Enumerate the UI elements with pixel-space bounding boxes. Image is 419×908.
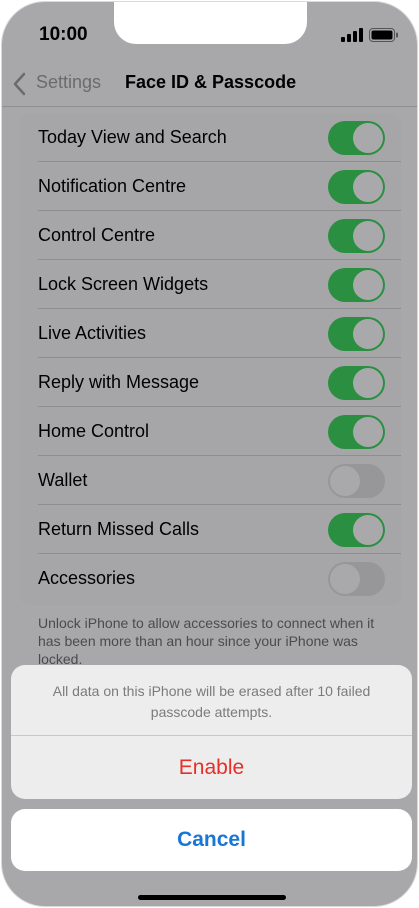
toggle-switch[interactable] bbox=[328, 268, 385, 302]
navigation-bar: Settings Face ID & Passcode bbox=[2, 62, 417, 106]
settings-row: Home Control bbox=[20, 407, 401, 456]
settings-row: Accessories bbox=[20, 554, 401, 603]
settings-group: Today View and Search Notification Centre… bbox=[20, 113, 401, 605]
notch bbox=[114, 2, 307, 44]
settings-row-label: Return Missed Calls bbox=[38, 519, 200, 539]
toggle-switch[interactable] bbox=[328, 317, 385, 351]
settings-row: Lock Screen Widgets bbox=[20, 260, 401, 309]
page-title: Face ID & Passcode bbox=[125, 72, 297, 92]
settings-row-label: Home Control bbox=[38, 421, 150, 441]
toggle-switch[interactable] bbox=[328, 464, 385, 498]
back-button[interactable]: Settings bbox=[36, 72, 101, 93]
toggle-knob bbox=[353, 417, 383, 447]
settings-row: Today View and Search bbox=[20, 113, 401, 162]
toggle-switch[interactable] bbox=[328, 170, 385, 204]
nav-divider bbox=[2, 106, 417, 107]
action-sheet: All data on this iPhone will be erased a… bbox=[11, 665, 412, 799]
toggle-knob bbox=[353, 221, 383, 251]
status-time: 10:00 bbox=[39, 24, 88, 45]
toggle-knob bbox=[353, 172, 383, 202]
toggle-knob bbox=[353, 123, 383, 153]
settings-row-label: Wallet bbox=[38, 470, 88, 490]
settings-row-label: Notification Centre bbox=[38, 176, 187, 196]
signal-icon bbox=[341, 28, 363, 47]
settings-row-label: Lock Screen Widgets bbox=[38, 274, 209, 294]
accessories-footer-note: Unlock iPhone to allow accessories to co… bbox=[38, 615, 375, 667]
toggle-switch[interactable] bbox=[328, 121, 385, 155]
toggle-knob bbox=[353, 515, 383, 545]
toggle-switch[interactable] bbox=[328, 513, 385, 547]
settings-row-label: Reply with Message bbox=[38, 372, 200, 392]
settings-row: Return Missed Calls bbox=[20, 505, 401, 554]
settings-row-label: Control Centre bbox=[38, 225, 156, 245]
toggle-switch[interactable] bbox=[328, 415, 385, 449]
phone-screen: 10:00 Settings Face ID & Passcode Today … bbox=[1, 1, 418, 907]
home-indicator[interactable] bbox=[138, 895, 286, 900]
settings-row: Live Activities bbox=[20, 309, 401, 358]
settings-row: Reply with Message bbox=[20, 358, 401, 407]
settings-row: Control Centre bbox=[20, 211, 401, 260]
cancel-button[interactable]: Cancel bbox=[11, 809, 412, 871]
toggle-knob bbox=[353, 319, 383, 349]
action-sheet-message: All data on this iPhone will be erased a… bbox=[52, 683, 371, 720]
toggle-knob bbox=[353, 270, 383, 300]
settings-row-label: Live Activities bbox=[38, 323, 147, 343]
toggle-switch[interactable] bbox=[328, 219, 385, 253]
toggle-knob bbox=[330, 466, 360, 496]
settings-row-label: Accessories bbox=[38, 568, 136, 588]
enable-button[interactable]: Enable bbox=[11, 736, 412, 799]
chevron-left-icon[interactable] bbox=[12, 72, 28, 101]
toggle-switch[interactable] bbox=[328, 562, 385, 596]
toggle-knob bbox=[353, 368, 383, 398]
toggle-switch[interactable] bbox=[328, 366, 385, 400]
battery-icon bbox=[369, 28, 399, 47]
toggle-knob bbox=[330, 564, 360, 594]
settings-row: Wallet bbox=[20, 456, 401, 505]
settings-row: Notification Centre bbox=[20, 162, 401, 211]
settings-row-label: Today View and Search bbox=[38, 127, 227, 147]
